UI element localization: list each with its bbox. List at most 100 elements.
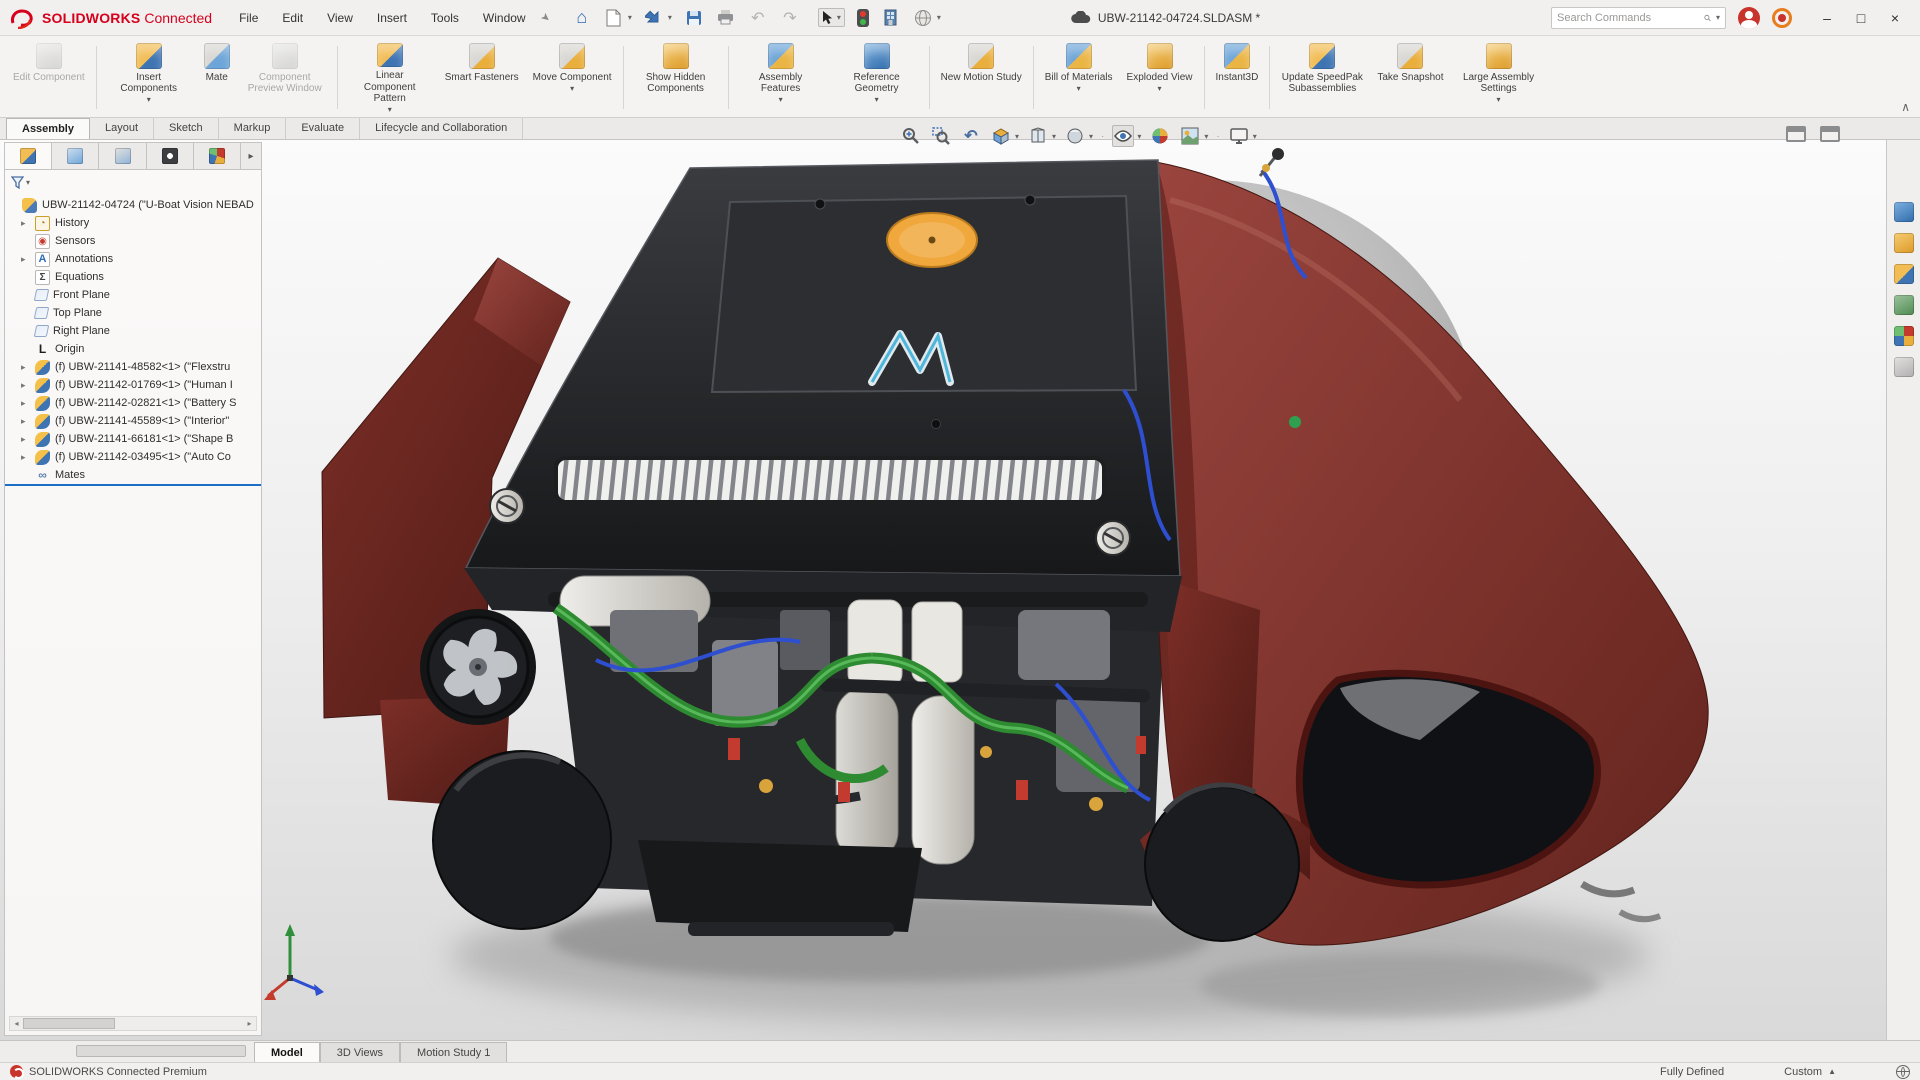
user-avatar[interactable]: [1738, 7, 1760, 29]
configuration-selector[interactable]: Custom ▲: [1784, 1066, 1836, 1078]
tree-item[interactable]: ▸ Front Plane: [5, 286, 261, 304]
open-document-icon[interactable]: [644, 8, 664, 28]
command-tab[interactable]: Lifecycle and Collaboration: [360, 118, 523, 139]
ribbon-button[interactable]: New Motion Study: [934, 40, 1029, 115]
graphics-viewport[interactable]: [0, 140, 1920, 1040]
tree-item[interactable]: ▸ (f) UBW-21142-02821<1> ("Battery S: [5, 394, 261, 412]
edit-appearance-icon[interactable]: [1149, 125, 1171, 147]
section-view-icon[interactable]: [990, 125, 1012, 147]
tree-item[interactable]: ▸ UBW-21142-04724 ("U-Boat Vision NEBAD: [5, 196, 261, 214]
menu-item[interactable]: Tools: [430, 9, 460, 27]
filter-caret-icon[interactable]: ▾: [26, 178, 30, 187]
expand-arrow-icon[interactable]: ▸: [21, 218, 30, 229]
view-settings-caret-icon[interactable]: ▾: [1253, 132, 1257, 141]
pin-menu-icon[interactable]: ➤: [538, 10, 553, 26]
section-view-caret-icon[interactable]: ▾: [1015, 132, 1019, 141]
zoom-to-area-icon[interactable]: [930, 125, 952, 147]
select-tool-button[interactable]: ▾: [818, 8, 845, 27]
ribbon-button[interactable]: Component Preview Window: [237, 40, 333, 115]
view-orientation-caret-icon[interactable]: ▾: [1052, 132, 1056, 141]
ribbon-button[interactable]: Edit Component: [6, 40, 92, 115]
scroll-right-icon[interactable]: ▸: [243, 1017, 256, 1030]
tree-item[interactable]: ▸ Equations: [5, 268, 261, 286]
display-style-icon[interactable]: [1064, 125, 1086, 147]
menu-item[interactable]: Window: [482, 9, 527, 27]
open-document-caret-icon[interactable]: ▾: [668, 13, 672, 22]
expand-arrow-icon[interactable]: ▸: [21, 254, 30, 265]
dropdown-caret-icon[interactable]: ▾: [570, 84, 574, 93]
ribbon-button[interactable]: Smart Fasteners: [438, 40, 526, 115]
hide-show-items-icon[interactable]: [1112, 125, 1134, 147]
panel-expand-chevron-icon[interactable]: ▸: [241, 143, 261, 169]
menu-item[interactable]: File: [238, 9, 259, 27]
ribbon-button[interactable]: Show Hidden Components: [628, 40, 724, 115]
dropdown-caret-icon[interactable]: ▾: [1158, 84, 1162, 93]
bottom-scrollbar[interactable]: [76, 1045, 246, 1057]
help-compass-icon[interactable]: [1772, 8, 1792, 28]
apply-scene-caret-icon[interactable]: ▾: [1204, 132, 1208, 141]
undo-icon[interactable]: ↶: [748, 8, 768, 28]
new-document-icon[interactable]: [604, 8, 624, 28]
command-tab[interactable]: Layout: [90, 118, 154, 139]
ribbon-button[interactable]: Insert Components ▾: [101, 40, 197, 115]
ribbon-button[interactable]: Instant3D: [1209, 40, 1266, 115]
expand-arrow-icon[interactable]: ▸: [21, 452, 30, 463]
configuration-manager-tab[interactable]: [99, 143, 146, 169]
display-style-caret-icon[interactable]: ▾: [1089, 132, 1093, 141]
previous-view-icon[interactable]: ↶: [960, 125, 982, 147]
appearances-scenes-icon[interactable]: [1894, 326, 1914, 346]
search-input[interactable]: [1557, 12, 1699, 24]
organization-icon[interactable]: [881, 8, 901, 28]
ribbon-button[interactable]: Move Component ▾: [526, 40, 619, 115]
menu-item[interactable]: Edit: [281, 9, 304, 27]
tree-item[interactable]: ▸ Right Plane: [5, 322, 261, 340]
status-lights-icon[interactable]: [857, 9, 869, 27]
model-view-tab[interactable]: 3D Views: [320, 1042, 400, 1062]
tree-item[interactable]: ▸ Annotations: [5, 250, 261, 268]
command-tab[interactable]: Sketch: [154, 118, 219, 139]
view-orientation-icon[interactable]: [1027, 125, 1049, 147]
ribbon-button[interactable]: Reference Geometry ▾: [829, 40, 925, 115]
custom-properties-icon[interactable]: [1894, 357, 1914, 377]
tree-item[interactable]: ▸ History: [5, 214, 261, 232]
tree-item[interactable]: ▸ Origin: [5, 340, 261, 358]
feature-manager-tab[interactable]: [5, 143, 52, 169]
menu-item[interactable]: View: [326, 9, 354, 27]
dropdown-caret-icon[interactable]: ▾: [1077, 84, 1081, 93]
expand-arrow-icon[interactable]: ▸: [21, 434, 30, 445]
tree-item[interactable]: ▸ Mates: [5, 466, 261, 484]
3d-space-caret-icon[interactable]: ▾: [937, 13, 941, 22]
property-manager-tab[interactable]: [52, 143, 99, 169]
dropdown-caret-icon[interactable]: ▾: [147, 95, 151, 104]
maximize-button[interactable]: □: [1846, 6, 1876, 30]
command-tab[interactable]: Assembly: [6, 118, 90, 139]
dropdown-caret-icon[interactable]: ▾: [1497, 95, 1501, 104]
tree-item[interactable]: ▸ Sensors: [5, 232, 261, 250]
command-tab[interactable]: Markup: [219, 118, 287, 139]
search-commands-box[interactable]: ▾: [1551, 7, 1726, 29]
hide-show-caret-icon[interactable]: ▾: [1137, 132, 1141, 141]
pane-layout-icon[interactable]: [1820, 126, 1840, 142]
home-icon[interactable]: ⌂: [572, 8, 592, 28]
file-explorer-icon[interactable]: [1894, 264, 1914, 284]
ribbon-button[interactable]: Update SpeedPak Subassemblies: [1274, 40, 1370, 115]
tree-item[interactable]: ▸ (f) UBW-21142-01769<1> ("Human I: [5, 376, 261, 394]
3d-space-icon[interactable]: [913, 8, 933, 28]
tree-item[interactable]: ▸ (f) UBW-21141-45589<1> ("Interior": [5, 412, 261, 430]
design-library-icon[interactable]: [1894, 233, 1914, 253]
new-document-caret-icon[interactable]: ▾: [628, 13, 632, 22]
panel-horizontal-scrollbar[interactable]: ◂ ▸: [9, 1016, 257, 1031]
minimize-button[interactable]: –: [1812, 6, 1842, 30]
model-view-tab[interactable]: Model: [254, 1042, 320, 1062]
ribbon-button[interactable]: Large Assembly Settings ▾: [1451, 40, 1547, 115]
zoom-to-fit-icon[interactable]: [900, 125, 922, 147]
scroll-left-icon[interactable]: ◂: [10, 1017, 23, 1030]
display-manager-tab[interactable]: [194, 143, 241, 169]
dimxpert-manager-tab[interactable]: [147, 143, 194, 169]
search-icon[interactable]: [1704, 12, 1711, 24]
tree-item[interactable]: ▸ (f) UBW-21141-48582<1> ("Flexstru: [5, 358, 261, 376]
ribbon-button[interactable]: Bill of Materials ▾: [1038, 40, 1120, 115]
search-caret-icon[interactable]: ▾: [1716, 13, 1720, 22]
3dexperience-home-icon[interactable]: [1894, 202, 1914, 222]
expand-arrow-icon[interactable]: ▸: [21, 398, 30, 409]
